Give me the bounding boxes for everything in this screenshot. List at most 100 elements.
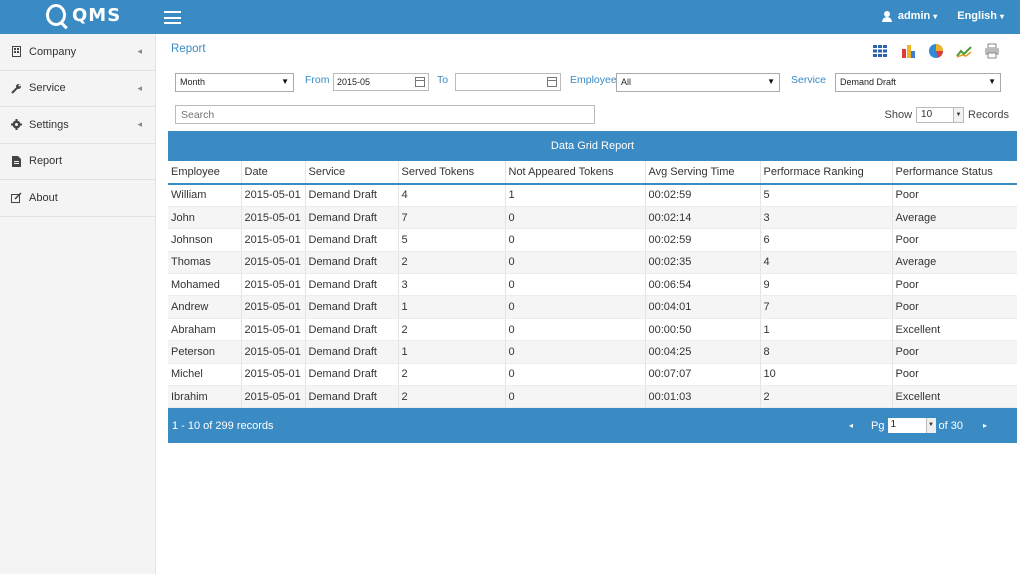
table-cell: Demand Draft bbox=[305, 385, 399, 409]
chevron-down-icon: ▾ bbox=[999, 12, 1004, 21]
employee-select[interactable]: All ▼ bbox=[616, 73, 780, 92]
table-cell: Demand Draft bbox=[305, 273, 399, 297]
sidebar-item-label: Company bbox=[29, 45, 77, 58]
table-cell: Poor bbox=[892, 340, 1017, 364]
sidebar-item-label: Service bbox=[29, 82, 66, 95]
table-cell: 00:02:59 bbox=[645, 184, 761, 207]
print-icon[interactable] bbox=[984, 43, 1002, 61]
table-cell: Johnson bbox=[168, 228, 242, 252]
table-cell: Poor bbox=[892, 228, 1017, 252]
table-cell: 3 bbox=[760, 206, 893, 230]
column-header[interactable]: Performace Ranking bbox=[760, 161, 893, 185]
calendar-icon[interactable] bbox=[415, 77, 425, 87]
table-cell: 10 bbox=[760, 363, 893, 387]
table-cell: Demand Draft bbox=[305, 251, 399, 275]
table-cell: Ibrahim bbox=[168, 385, 242, 409]
service-select[interactable]: Demand Draft ▼ bbox=[835, 73, 1001, 92]
table-row[interactable]: Johnson 2015-05-01 Demand Draft 5 0 00:02:59 6… bbox=[168, 228, 1017, 252]
sidebar-item-about[interactable]: About bbox=[0, 180, 155, 217]
chevron-down-icon: ▾ bbox=[933, 12, 938, 21]
bar-chart-icon[interactable] bbox=[900, 43, 918, 61]
total-pages: of 30 bbox=[938, 419, 963, 432]
records-label: Records bbox=[968, 109, 1009, 121]
chevron-down-icon: ▼ bbox=[953, 108, 964, 122]
table-row[interactable]: William 2015-05-01 Demand Draft 4 1 00:02:59 5… bbox=[168, 184, 1017, 207]
chevron-left-icon: ◂ bbox=[137, 82, 142, 93]
pie-chart-icon[interactable] bbox=[928, 43, 946, 61]
show-label: Show bbox=[884, 109, 913, 121]
table-cell: 8 bbox=[760, 340, 893, 364]
period-select[interactable]: Month ▼ bbox=[175, 73, 294, 92]
user-menu[interactable]: admin ▾ bbox=[898, 10, 937, 22]
to-label: To bbox=[437, 74, 449, 86]
table-cell: 4 bbox=[398, 184, 506, 207]
column-header[interactable]: Performance Status bbox=[892, 161, 1017, 185]
table-cell: Abraham bbox=[168, 318, 242, 342]
language-menu[interactable]: English ▾ bbox=[957, 10, 1004, 22]
table-cell: Mohamed bbox=[168, 273, 242, 297]
table-cell: 1 bbox=[760, 318, 893, 342]
sidebar-item-label: About bbox=[29, 191, 58, 204]
table-cell: 00:02:59 bbox=[645, 228, 761, 252]
table-cell: 1 bbox=[505, 184, 646, 207]
record-count: 1 - 10 of 299 records bbox=[172, 420, 274, 433]
grid-icon[interactable] bbox=[872, 43, 890, 61]
chevron-down-icon: ▼ bbox=[925, 418, 936, 434]
report-table: Employee Date Service Served Tokens Not … bbox=[168, 161, 1017, 409]
user-icon bbox=[881, 10, 892, 22]
column-header[interactable]: Served Tokens bbox=[398, 161, 506, 185]
table-row[interactable]: John 2015-05-01 Demand Draft 7 0 00:02:14 3 Ave… bbox=[168, 206, 1017, 230]
table-cell: 4 bbox=[760, 251, 893, 275]
table-cell: 00:04:01 bbox=[645, 295, 761, 319]
page-label: Pg bbox=[871, 419, 885, 432]
column-header[interactable]: Not Appeared Tokens bbox=[505, 161, 646, 185]
chevron-left-icon: ◂ bbox=[137, 119, 142, 130]
wrench-icon bbox=[10, 83, 22, 94]
page-select[interactable]: 1 ▼ bbox=[887, 418, 936, 434]
table-cell: Demand Draft bbox=[305, 318, 399, 342]
from-label: From bbox=[305, 74, 330, 86]
table-row[interactable]: Abraham 2015-05-01 Demand Draft 2 0 00:00:50 1… bbox=[168, 318, 1017, 342]
sidebar-item-settings[interactable]: Settings ◂ bbox=[0, 107, 155, 144]
sidebar-item-service[interactable]: Service ◂ bbox=[0, 71, 155, 107]
table-cell: 1 bbox=[398, 340, 506, 364]
table-cell: 0 bbox=[505, 385, 646, 409]
data-grid: Data Grid Report Employee Date Service S… bbox=[168, 131, 1017, 444]
sidebar-item-report[interactable]: Report bbox=[0, 144, 155, 180]
edit-icon bbox=[10, 192, 22, 204]
page-size-select[interactable]: 10 ▼ bbox=[916, 107, 965, 123]
logo[interactable]: QMS bbox=[46, 4, 121, 26]
column-header[interactable]: Avg Serving Time bbox=[645, 161, 761, 185]
table-cell: 0 bbox=[505, 340, 646, 364]
table-row[interactable]: Thomas 2015-05-01 Demand Draft 2 0 00:02:35 4 A… bbox=[168, 251, 1017, 275]
table-cell: 0 bbox=[505, 363, 646, 387]
column-header[interactable]: Employee bbox=[168, 161, 242, 185]
table-cell: Average bbox=[892, 251, 1017, 275]
table-cell: 0 bbox=[505, 251, 646, 275]
brand-area: QMS bbox=[0, 0, 156, 34]
table-cell: 2015-05-01 bbox=[241, 318, 306, 342]
table-row[interactable]: Ibrahim 2015-05-01 Demand Draft 2 0 00:01:03 2… bbox=[168, 385, 1017, 409]
calendar-icon[interactable] bbox=[547, 77, 557, 87]
sidebar-item-company[interactable]: Company ◂ bbox=[0, 34, 155, 71]
from-date-input[interactable]: 2015-05 bbox=[333, 73, 429, 91]
table-cell: Poor bbox=[892, 363, 1017, 387]
next-page-icon[interactable]: ▸ bbox=[983, 421, 987, 430]
table-cell: 2015-05-01 bbox=[241, 228, 306, 252]
line-chart-icon[interactable] bbox=[956, 43, 974, 61]
column-header[interactable]: Date bbox=[241, 161, 306, 185]
table-cell: Poor bbox=[892, 295, 1017, 319]
table-cell: Demand Draft bbox=[305, 228, 399, 252]
menu-toggle-icon[interactable] bbox=[164, 11, 181, 24]
search-input[interactable] bbox=[175, 105, 595, 124]
sidebar: Company ◂ Service ◂ Settings ◂ Report Ab… bbox=[0, 34, 156, 574]
table-row[interactable]: Peterson 2015-05-01 Demand Draft 1 0 00:04:25… bbox=[168, 340, 1017, 364]
table-row[interactable]: Andrew 2015-05-01 Demand Draft 1 0 00:04:01 7 P… bbox=[168, 295, 1017, 319]
table-row[interactable]: Michel 2015-05-01 Demand Draft 2 0 00:07:07 10… bbox=[168, 363, 1017, 387]
column-header[interactable]: Service bbox=[305, 161, 399, 185]
prev-page-icon[interactable]: ◂ bbox=[849, 421, 853, 430]
table-cell: 00:07:07 bbox=[645, 363, 761, 387]
to-date-input[interactable] bbox=[455, 73, 561, 91]
table-row[interactable]: Mohamed 2015-05-01 Demand Draft 3 0 00:06:54 9… bbox=[168, 273, 1017, 297]
table-cell: 2015-05-01 bbox=[241, 385, 306, 409]
